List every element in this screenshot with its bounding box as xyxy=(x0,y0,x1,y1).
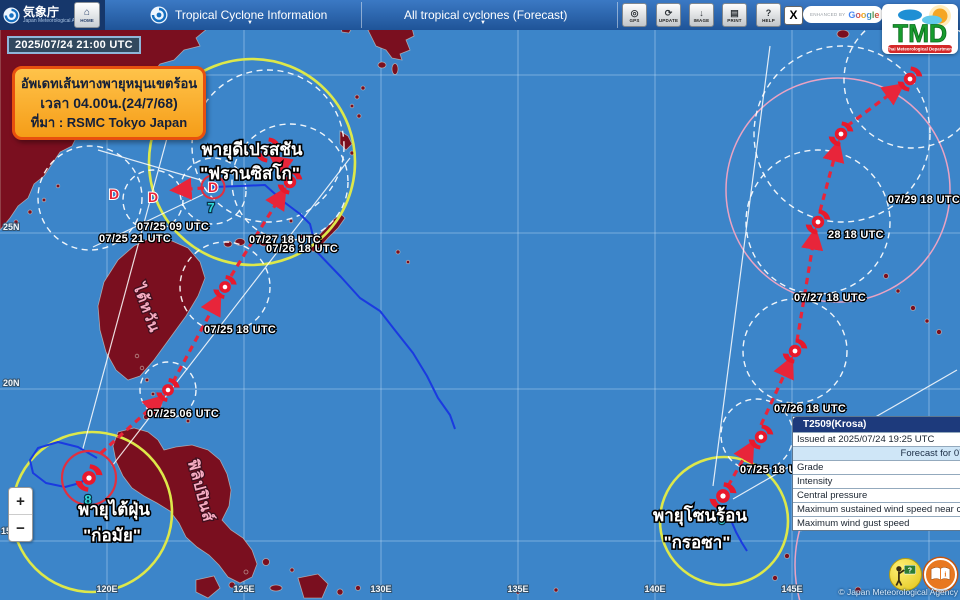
jma-logo-icon xyxy=(3,7,20,24)
svg-text:07/25 09 UTC: 07/25 09 UTC xyxy=(137,221,209,233)
tmd-logo: TMD Thai Meteorological Department xyxy=(882,4,958,54)
book-icon: i xyxy=(927,561,954,588)
notice-line-2: เวลา 04.00น.(24/7/68) xyxy=(17,93,201,113)
thai-update-notice: อัพเดทเส้นทางพายุหมุนเขตร้อน เวลา 04.00น… xyxy=(12,66,206,140)
svg-text:07/29 18 UTC: 07/29 18 UTC xyxy=(888,194,960,206)
print-icon: ▤ xyxy=(730,8,739,18)
zoom-in-button[interactable]: + xyxy=(9,488,32,514)
header-divider xyxy=(617,2,618,28)
depression-marker: D xyxy=(148,189,158,205)
storm-info-forecast-time: Forecast for 07/26 18 UTC xyxy=(793,446,960,460)
storm-info-issued: Issued at 2025/07/24 19:25 UTC xyxy=(793,432,960,446)
image-download-button[interactable]: ↓ IMAGE xyxy=(689,3,714,27)
update-button[interactable]: ⟳ UPDATE xyxy=(656,3,681,27)
header-divider xyxy=(361,2,362,28)
gps-button[interactable]: ◎ GPS xyxy=(622,3,647,27)
depression-marker: D xyxy=(109,186,119,202)
storm-info-row-max-wind: Maximum sustained wind speed near center xyxy=(793,502,960,516)
svg-text:"กรอซา": "กรอซา" xyxy=(664,533,731,552)
svg-text:120E: 120E xyxy=(96,584,117,594)
notice-line-1: อัพเดทเส้นทางพายุหมุนเขตร้อน xyxy=(17,74,201,93)
chevron-down-icon[interactable]: ▼ xyxy=(480,20,486,26)
google-logo: Google xyxy=(848,10,879,20)
gps-icon: ◎ xyxy=(631,8,639,18)
storm-number-7: 7 xyxy=(207,200,214,215)
update-icon: ⟳ xyxy=(665,8,673,18)
download-icon: ↓ xyxy=(699,8,704,18)
svg-text:พายุโซนร้อน: พายุโซนร้อน xyxy=(653,505,747,526)
search-prefix-label: ENHANCED BY xyxy=(810,12,845,17)
help-button[interactable]: ? HELP xyxy=(756,3,781,27)
print-button[interactable]: ▤ PRINT xyxy=(722,3,747,27)
svg-text:140E: 140E xyxy=(644,584,665,594)
top-navigation-bar: 気象庁 Japan Meteorological Agency ⌂ HOME T… xyxy=(0,0,960,30)
map-timestamp: 2025/07/24 21:00 UTC xyxy=(7,36,141,54)
storm-info-row-pressure: Central pressure xyxy=(793,488,960,502)
svg-text:135E: 135E xyxy=(507,584,528,594)
svg-text:07/26 18 UTC: 07/26 18 UTC xyxy=(266,243,338,255)
copyright-attribution: © Japan Meteorological Agency xyxy=(838,587,958,597)
svg-text:07/27 18 UTC: 07/27 18 UTC xyxy=(794,292,866,304)
svg-text:07/25 21 UTC: 07/25 21 UTC xyxy=(99,233,171,245)
chevron-down-icon[interactable]: ▼ xyxy=(247,20,253,26)
nav-tropical-cyclone-information[interactable]: Tropical Cyclone Information xyxy=(150,0,327,30)
storm-info-row-gust: Maximum wind gust speed xyxy=(793,516,960,530)
svg-text:i: i xyxy=(944,570,946,579)
svg-text:130E: 130E xyxy=(370,584,391,594)
storm-info-row-intensity: Intensity xyxy=(793,474,960,488)
x-share-button[interactable]: X xyxy=(784,6,803,25)
storm-info-title: T2509(Krosa) xyxy=(793,417,960,432)
help-icon: ? xyxy=(766,8,772,18)
home-icon: ⌂ xyxy=(84,8,90,18)
notice-line-3: ที่มา : RSMC Tokyo Japan xyxy=(17,113,201,132)
person-board-icon: ? xyxy=(891,560,920,589)
svg-text:20N: 20N xyxy=(3,378,20,388)
cyclone-icon xyxy=(150,6,168,24)
svg-text:"ก่อมัย": "ก่อมัย" xyxy=(83,526,141,545)
home-button[interactable]: ⌂ HOME xyxy=(74,2,100,28)
svg-text:07/25 18 UTC: 07/25 18 UTC xyxy=(204,324,276,336)
storm-info-row-grade: Grade xyxy=(793,460,960,474)
svg-text:พายุดีเปรสชัน: พายุดีเปรสชัน xyxy=(201,139,302,160)
zoom-out-button[interactable]: − xyxy=(9,514,32,541)
svg-text:พายุไต้ฝุ่น: พายุไต้ฝุ่น xyxy=(78,499,150,520)
svg-text:28 18 UTC: 28 18 UTC xyxy=(828,229,884,241)
map-zoom-control: + − xyxy=(8,487,33,542)
svg-text:145E: 145E xyxy=(781,584,802,594)
storm-info-panel: T2509(Krosa) Issued at 2025/07/24 19:25 … xyxy=(792,416,960,531)
svg-text:25N: 25N xyxy=(3,222,20,232)
svg-text:?: ? xyxy=(908,567,912,574)
svg-text:125E: 125E xyxy=(233,584,254,594)
svg-text:07/26 18 UTC: 07/26 18 UTC xyxy=(774,403,846,415)
svg-text:"ฟรานซิสโก": "ฟรานซิสโก" xyxy=(200,163,300,183)
home-label: HOME xyxy=(80,18,94,23)
cloud-icon xyxy=(898,10,922,21)
tmd-letters: TMD xyxy=(893,20,947,48)
tmd-caption: Thai Meteorological Department xyxy=(887,47,954,52)
svg-text:07/25 06 UTC: 07/25 06 UTC xyxy=(147,408,219,420)
site-search-input[interactable]: ENHANCED BY Google xyxy=(803,6,883,23)
